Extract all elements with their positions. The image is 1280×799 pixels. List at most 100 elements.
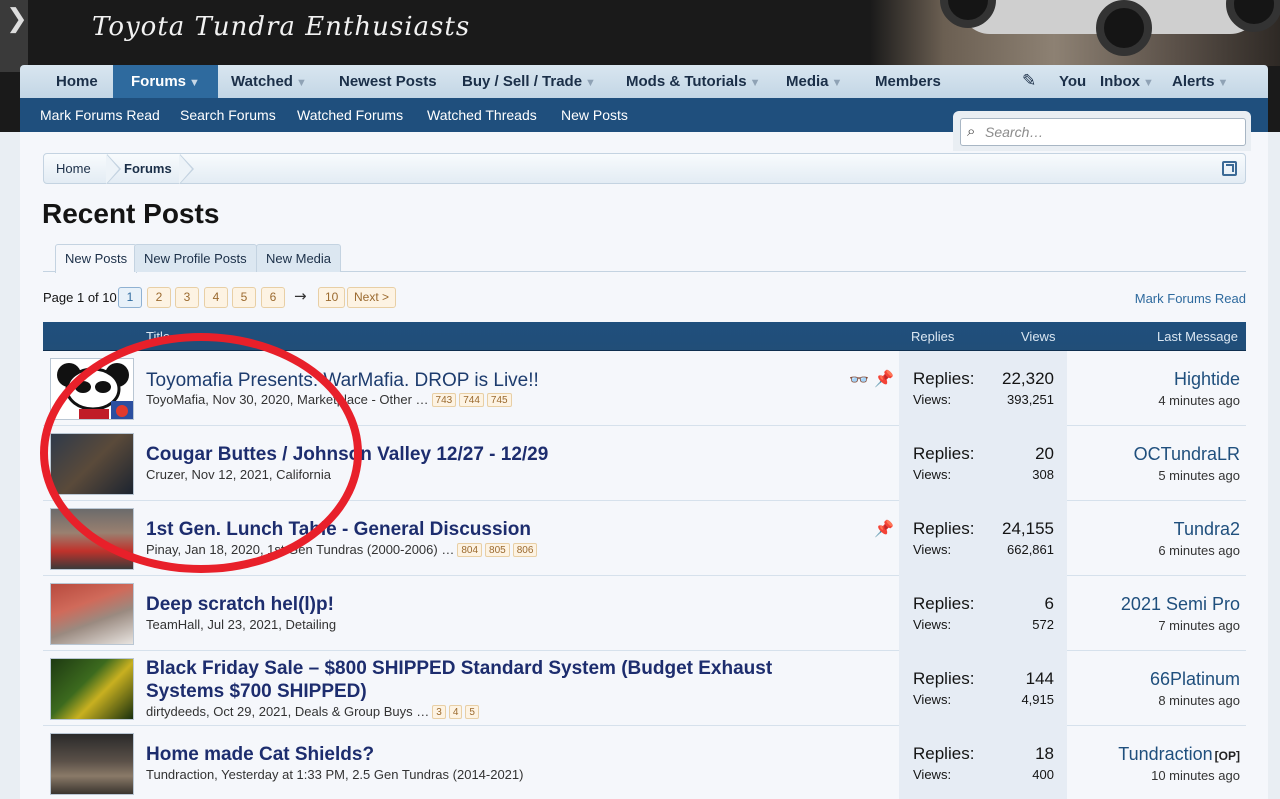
- pin-icon: 📌: [874, 519, 894, 538]
- red-annotation-circle: [40, 333, 362, 573]
- views-count: 662,861: [1007, 542, 1054, 557]
- tab-new-posts[interactable]: New Posts: [55, 244, 138, 273]
- nav-media[interactable]: Media ▼: [786, 65, 842, 98]
- breadcrumb-forums[interactable]: Forums: [124, 154, 172, 183]
- dropdown-arrow-icon: ▼: [749, 77, 761, 89]
- thread-thumbnail[interactable]: [50, 583, 134, 645]
- thread-title-link-line2[interactable]: Systems $700 SHIPPED): [146, 681, 367, 703]
- replies-count: 24,155: [1002, 519, 1054, 538]
- breadcrumb: Home Forums: [43, 153, 1246, 184]
- popout-icon[interactable]: [1222, 161, 1237, 176]
- replies-count: 22,320: [1002, 369, 1054, 388]
- replies-label: Replies:: [913, 594, 975, 613]
- dropdown-arrow-icon: ▼: [189, 77, 200, 89]
- views-count: 400: [1032, 767, 1054, 782]
- thread-meta: dirtydeeds, Oct 29, 2021, Deals & Group …: [146, 704, 479, 719]
- last-post-time[interactable]: 5 minutes ago: [1158, 468, 1240, 483]
- breadcrumb-home[interactable]: Home: [56, 154, 91, 183]
- last-poster-link[interactable]: 2021 Semi Pro: [1121, 594, 1240, 615]
- last-poster-link[interactable]: Tundraction [OP]: [1118, 744, 1240, 765]
- table-row: Home made Cat Shields? Tundraction, Yest…: [43, 726, 1246, 799]
- last-post-time[interactable]: 8 minutes ago: [1158, 693, 1240, 708]
- nav-alerts[interactable]: Alerts ▼: [1172, 65, 1228, 98]
- replies-label: Replies:: [913, 369, 975, 388]
- nav-home[interactable]: Home: [56, 65, 98, 98]
- tab-new-profile-posts[interactable]: New Profile Posts: [134, 244, 257, 272]
- thread-page-link[interactable]: 745: [486, 393, 512, 407]
- page-link-1[interactable]: 1: [118, 287, 142, 308]
- page-link-2[interactable]: 2: [147, 287, 171, 308]
- search-icon: ⌕: [967, 122, 976, 140]
- replies-count: 20: [1035, 444, 1054, 463]
- back-tab[interactable]: ❯: [0, 0, 28, 72]
- thread-page-link[interactable]: 3: [432, 705, 446, 719]
- thread-title-link[interactable]: Deep scratch hel(l)p!: [146, 594, 334, 616]
- replies-count: 144: [1025, 669, 1054, 688]
- last-post-time[interactable]: 6 minutes ago: [1158, 543, 1240, 558]
- thread-thumbnail[interactable]: [50, 658, 134, 720]
- thread-meta: Tundraction, Yesterday at 1:33 PM, 2.5 G…: [146, 767, 524, 782]
- compose-icon[interactable]: ✎: [1022, 65, 1036, 98]
- search-box: ⌕: [960, 118, 1246, 146]
- views-count: 572: [1032, 617, 1054, 632]
- thread-page-link[interactable]: 806: [512, 543, 538, 557]
- views-label: Views:: [913, 542, 952, 557]
- nav-forums[interactable]: Forums ▼: [113, 65, 218, 100]
- nav-members[interactable]: Members: [875, 65, 941, 98]
- pager-skip-arrow[interactable]: →: [294, 287, 307, 305]
- last-post-time[interactable]: 10 minutes ago: [1151, 768, 1240, 783]
- thread-page-link[interactable]: 743: [431, 393, 457, 407]
- column-header-views[interactable]: Views: [1021, 322, 1055, 351]
- mark-forums-read-link[interactable]: Mark Forums Read: [1135, 291, 1246, 306]
- page-link-3[interactable]: 3: [175, 287, 199, 308]
- nav-inbox[interactable]: Inbox ▼: [1100, 65, 1154, 98]
- views-label: Views:: [913, 767, 952, 782]
- last-post-time[interactable]: 7 minutes ago: [1158, 618, 1240, 633]
- nav-newest-posts[interactable]: Newest Posts: [339, 65, 437, 98]
- page-link-4[interactable]: 4: [204, 287, 228, 308]
- last-post-time[interactable]: 4 minutes ago: [1158, 393, 1240, 408]
- op-badge: [OP]: [1214, 749, 1240, 763]
- column-header-last-message[interactable]: Last Message: [1157, 322, 1238, 351]
- pager-label: Page 1 of 10: [43, 290, 117, 305]
- views-label: Views:: [913, 692, 952, 707]
- next-page-button[interactable]: Next >: [347, 287, 397, 308]
- subnav-mark-forums-read[interactable]: Mark Forums Read: [40, 98, 160, 132]
- views-label: Views:: [913, 392, 952, 407]
- nav-you[interactable]: You: [1059, 65, 1086, 98]
- last-poster-link[interactable]: Tundra2: [1174, 519, 1240, 540]
- replies-count: 18: [1035, 744, 1054, 763]
- replies-label: Replies:: [913, 744, 975, 763]
- last-poster-link[interactable]: Hightide: [1174, 369, 1240, 390]
- column-header-replies[interactable]: Replies: [911, 322, 954, 351]
- last-poster-link[interactable]: 66Platinum: [1150, 669, 1240, 690]
- thread-page-link[interactable]: 4: [448, 705, 463, 719]
- subnav-watched-forums[interactable]: Watched Forums: [297, 98, 403, 132]
- subnav-search-forums[interactable]: Search Forums: [180, 98, 276, 132]
- replies-label: Replies:: [913, 669, 975, 688]
- page-link-5[interactable]: 5: [232, 287, 256, 308]
- dropdown-arrow-icon: ▼: [1217, 77, 1229, 89]
- thread-page-link[interactable]: 805: [485, 543, 510, 557]
- thread-title-link-line1[interactable]: Black Friday Sale – $800 SHIPPED Standar…: [146, 658, 772, 680]
- views-label: Views:: [913, 467, 952, 482]
- main-nav: Home Forums ▼ Watched ▼ Newest Posts Buy /…: [20, 65, 1268, 100]
- page-link-last[interactable]: 10: [318, 287, 346, 308]
- thread-title-link[interactable]: Home made Cat Shields?: [146, 744, 374, 766]
- search-input[interactable]: [985, 121, 1240, 143]
- page-title: Recent Posts: [42, 198, 220, 229]
- nav-mods-tutorials[interactable]: Mods & Tutorials ▼: [626, 65, 760, 98]
- thread-thumbnail[interactable]: [50, 733, 134, 795]
- subnav-watched-threads[interactable]: Watched Threads: [427, 98, 537, 132]
- thread-page-link[interactable]: 804: [457, 543, 483, 557]
- thread-page-link[interactable]: 744: [459, 393, 484, 407]
- last-poster-link[interactable]: OCTundraLR: [1134, 444, 1240, 465]
- nav-watched[interactable]: Watched ▼: [231, 65, 307, 98]
- subnav-new-posts[interactable]: New Posts: [561, 98, 628, 132]
- breadcrumb-separator: [179, 154, 192, 184]
- thread-page-link[interactable]: 5: [465, 705, 479, 719]
- page-link-6[interactable]: 6: [261, 287, 285, 308]
- nav-buy-sell-trade[interactable]: Buy / Sell / Trade ▼: [462, 65, 596, 98]
- tab-new-media[interactable]: New Media: [256, 244, 342, 272]
- dropdown-arrow-icon: ▼: [831, 77, 843, 89]
